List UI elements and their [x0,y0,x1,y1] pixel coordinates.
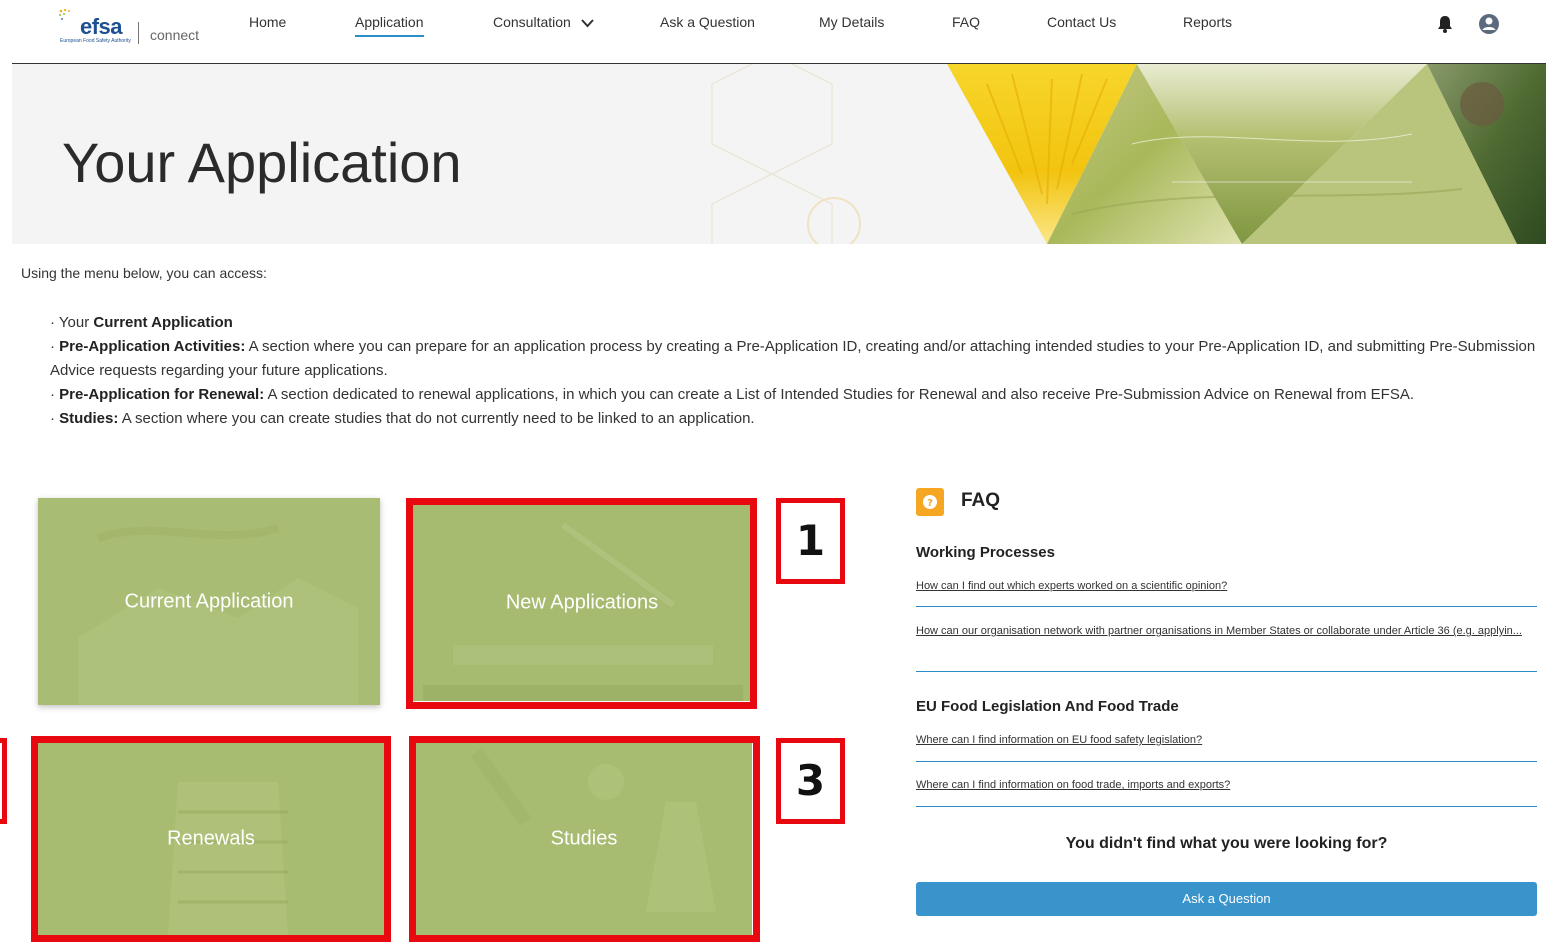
faq-section-working-processes: Working Processes [916,544,1055,561]
hero-banner: Your Application [12,64,1546,244]
faq-link[interactable]: How can our organisation network with pa… [916,622,1526,640]
callout-number-1: 1 [776,498,845,584]
faq-section-eu-food-legislation: EU Food Legislation And Food Trade [916,698,1179,715]
bullet-studies: · Studies: A section where you can creat… [50,410,755,427]
faq-link[interactable]: Where can I find information on food tra… [916,776,1526,794]
chevron-down-icon [580,19,594,28]
user-avatar-icon[interactable] [1478,13,1500,35]
faq-question-icon: ? [916,488,944,516]
callout-number-partial [0,738,7,824]
bullet-current-application: · Your Current Application [50,314,233,331]
page-title: Your Application [62,131,462,194]
nav-consultation-label: Consultation [493,14,571,30]
nav-contact-us[interactable]: Contact Us [1047,14,1116,30]
efsa-logo[interactable]: efsa European Food Safety Authority conn… [58,8,208,46]
logo-dots-icon [59,8,70,20]
faq-divider [916,761,1537,762]
svg-text:?: ? [927,498,933,509]
faq-link[interactable]: How can I find out which experts worked … [916,577,1526,595]
intro-text: Using the menu below, you can access: [21,265,267,281]
nav-faq[interactable]: FAQ [952,14,980,30]
callout-number-3: 3 [776,738,845,824]
highlight-box-renewals [31,736,391,942]
highlight-box-new-applications [406,498,757,709]
top-navigation: efsa European Food Safety Authority conn… [0,0,1552,62]
faq-not-found-text: You didn't find what you were looking fo… [1065,835,1388,852]
nav-application[interactable]: Application [355,14,424,37]
intro-bullet-list: · Your Current Application · Pre-Applica… [50,311,1545,431]
logo-separator [138,22,139,44]
faq-divider [916,806,1537,807]
nav-home[interactable]: Home [249,14,286,30]
logo-subtitle: European Food Safety Authority [60,38,131,44]
tile-current-application[interactable]: Current Application [38,498,380,705]
faq-divider [916,671,1537,672]
ask-question-button[interactable]: Ask a Question [916,882,1537,916]
bell-icon[interactable] [1436,14,1454,34]
faq-title: FAQ [961,490,1001,511]
nav-my-details[interactable]: My Details [819,14,884,30]
logo-brand-text: efsa [80,14,123,39]
nav-consultation[interactable]: Consultation [493,14,594,30]
faq-divider [916,606,1537,607]
bullet-pre-application-activities: · Pre-Application Activities: A section … [50,338,1536,379]
logo-product-name: connect [150,27,200,43]
faq-link[interactable]: Where can I find information on EU food … [916,731,1526,749]
bullet-pre-application-renewal: · Pre-Application for Renewal: A section… [50,386,1415,403]
nav-ask-question[interactable]: Ask a Question [660,14,755,30]
highlight-box-studies [409,736,760,942]
tile-current-application-label: Current Application [124,590,294,612]
nav-reports[interactable]: Reports [1183,14,1232,30]
